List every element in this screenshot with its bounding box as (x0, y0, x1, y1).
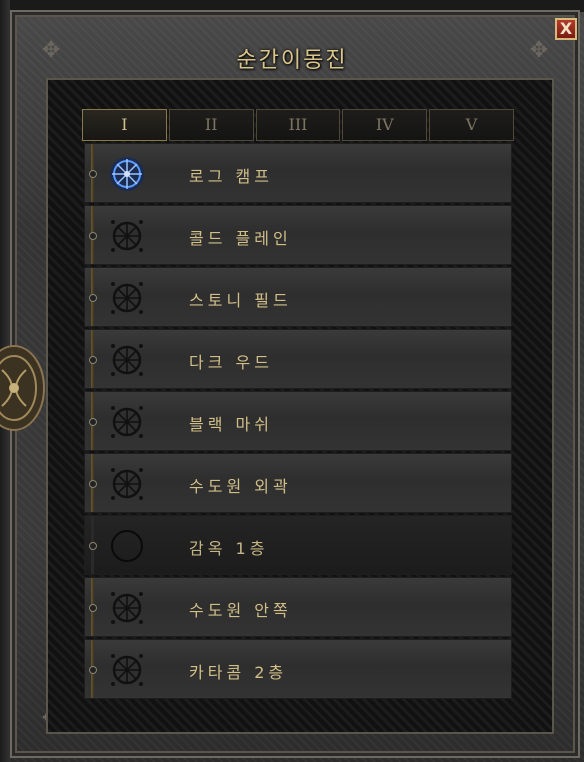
waypoint-icon (111, 654, 143, 686)
waypoint-icon (111, 406, 143, 438)
waypoint-row-cold-plains[interactable]: 콜드 플레인 (84, 205, 512, 265)
row-knob-icon (89, 542, 97, 550)
waypoint-icon (111, 468, 143, 500)
row-knob-icon (89, 232, 97, 240)
waypoint-label: 카타콤 2층 (189, 663, 288, 682)
window-title: 순간이동진 (236, 48, 348, 73)
row-knob-icon (89, 294, 97, 302)
waypoint-label: 수도원 외곽 (189, 477, 292, 496)
waypoint-label: 감옥 1층 (189, 539, 269, 558)
waypoint-label: 다크 우드 (189, 353, 273, 372)
row-knob-icon (89, 170, 97, 178)
waypoint-icon (111, 344, 143, 376)
waypoint-label: 콜드 플레인 (189, 229, 292, 248)
tab-act-5[interactable]: V (429, 109, 514, 141)
waypoint-window: ✥ ✥ ✥ ✥ 순간이동진 X I II III IV V (0, 0, 584, 762)
row-knob-icon (89, 418, 97, 426)
waypoint-list: 로그 캠프 콜드 플레인 스토니 필드 다크 우드 블랙 마쉬 수도원 외곽 감… (84, 143, 512, 701)
waypoint-icon (111, 220, 143, 252)
waypoint-icon (111, 592, 143, 624)
waypoint-label: 스토니 필드 (189, 291, 292, 310)
close-button[interactable]: X (555, 18, 577, 40)
waypoint-label: 수도원 안쪽 (189, 601, 292, 620)
row-knob-icon (89, 356, 97, 364)
waypoint-locked-icon (111, 530, 143, 562)
waypoint-label: 블랙 마쉬 (189, 415, 273, 434)
waypoint-active-icon (110, 157, 144, 191)
tab-act-4[interactable]: IV (342, 109, 428, 141)
waypoint-row-jail-level-1[interactable]: 감옥 1층 (84, 515, 512, 575)
waypoint-row-inner-cloister[interactable]: 수도원 안쪽 (84, 577, 512, 637)
row-knob-icon (89, 604, 97, 612)
tab-act-3[interactable]: III (255, 109, 341, 141)
medallion-ornament-icon (0, 345, 45, 431)
tab-act-2[interactable]: II (168, 109, 254, 141)
row-knob-icon (89, 480, 97, 488)
waypoint-row-outer-cloister[interactable]: 수도원 외곽 (84, 453, 512, 513)
act-tabs: I II III IV V (82, 109, 514, 141)
waypoint-row-stony-field[interactable]: 스토니 필드 (84, 267, 512, 327)
waypoint-label: 로그 캠프 (189, 167, 273, 186)
waypoint-row-black-marsh[interactable]: 블랙 마쉬 (84, 391, 512, 451)
waypoint-row-dark-wood[interactable]: 다크 우드 (84, 329, 512, 389)
row-knob-icon (89, 666, 97, 674)
waypoint-icon (111, 282, 143, 314)
waypoint-row-rogue-camp[interactable]: 로그 캠프 (84, 143, 512, 203)
waypoint-row-catacombs-level-2[interactable]: 카타콤 2층 (84, 639, 512, 699)
tab-act-1[interactable]: I (82, 109, 167, 141)
